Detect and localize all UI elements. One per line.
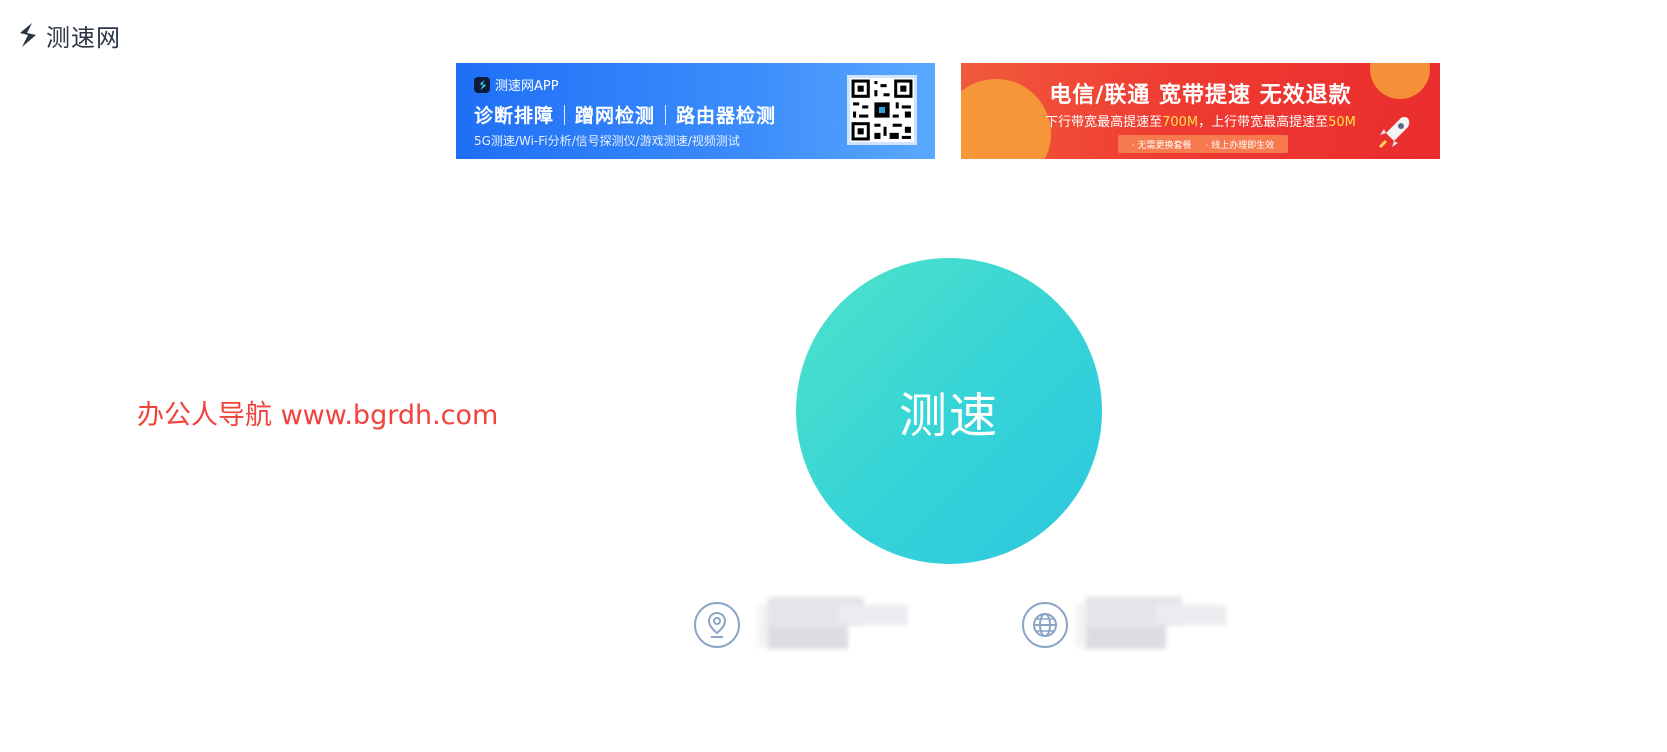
promo-line-mid: ，上行带宽最高提速至 — [1198, 115, 1329, 130]
site-name: 测速网 — [46, 23, 121, 52]
promo-tag-2: · 线上办理即生效 — [1205, 140, 1275, 151]
globe-icon — [1022, 602, 1068, 648]
app-download-banner[interactable]: 测速网APP 诊断排障 蹭网检测 路由器检测 5G测速/Wi-Fi分析/信号探测… — [456, 63, 935, 159]
start-speed-test-button[interactable]: 测速 — [796, 258, 1102, 564]
logo-icon — [20, 23, 36, 47]
app-feature-list: 诊断排障 蹭网检测 路由器检测 — [474, 101, 776, 128]
location-info — [694, 595, 908, 655]
promo-down-speed: 700M — [1162, 115, 1199, 130]
watermark-text: 办公人导航 www.bgrdh.com — [137, 400, 499, 431]
promo-title: 电信/联通 宽带提速 无效退款 — [1049, 83, 1352, 108]
qr-code-icon — [847, 75, 917, 145]
promo-tag-1: · 无需更换套餐 — [1131, 140, 1192, 151]
app-banner-subtitle: 5G测速/Wi-Fi分析/信号探测仪/游戏测速/视频测试 — [474, 134, 740, 148]
app-banner-title-text: 测速网APP — [495, 79, 559, 94]
feature-divider — [665, 104, 667, 125]
speed-test-label: 测速 — [898, 388, 999, 444]
promo-line-prefix: 下行带宽最高提速至 — [1045, 115, 1163, 130]
promo-tags: · 无需更换套餐 · 线上办理即生效 — [1118, 135, 1288, 153]
app-feature-1: 诊断排障 — [474, 105, 555, 127]
app-feature-2: 蹭网检测 — [575, 105, 656, 127]
app-feature-3: 路由器检测 — [676, 105, 777, 127]
app-banner-title: 测速网APP — [474, 75, 559, 94]
broadband-promo-banner[interactable]: 电信/联通 宽带提速 无效退款 下行带宽最高提速至700M，上行带宽最高提速至5… — [961, 63, 1440, 159]
promo-up-speed: 50M — [1328, 115, 1356, 130]
promo-description: 下行带宽最高提速至700M，上行带宽最高提速至50M — [961, 111, 1440, 130]
location-value-redacted — [758, 595, 908, 655]
network-value-redacted — [1076, 595, 1226, 655]
app-logo-icon — [474, 76, 490, 93]
location-pin-icon — [694, 602, 740, 648]
rocket-icon — [1378, 117, 1410, 149]
site-logo[interactable]: 测速网 — [14, 18, 121, 52]
feature-divider — [564, 104, 566, 125]
network-info — [1022, 595, 1226, 655]
